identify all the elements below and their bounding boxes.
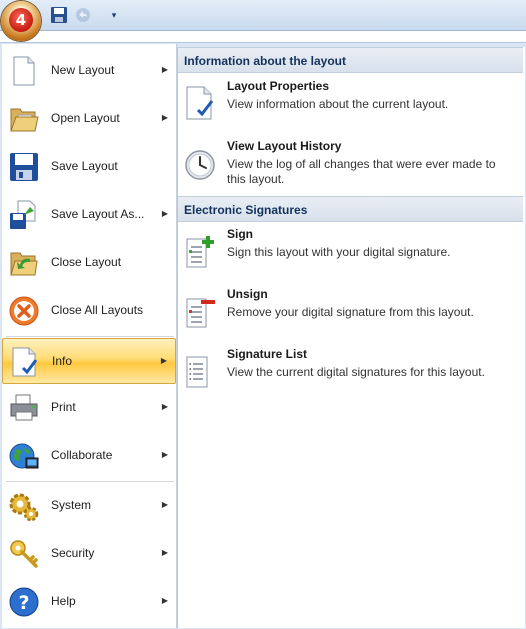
info-document-icon xyxy=(9,346,41,378)
menu-item-close-layout[interactable]: Close Layout xyxy=(2,241,176,285)
menu-item-label: Security xyxy=(51,546,95,560)
menu-item-label: Print xyxy=(51,400,76,414)
menu-item-save-layout-as[interactable]: Save Layout As... ▶ xyxy=(2,193,176,237)
submenu-arrow-icon: ▶ xyxy=(160,356,167,365)
item-title: Layout Properties xyxy=(227,79,330,93)
item-title: Unsign xyxy=(227,287,268,301)
customize-toolbar-icon[interactable]: ▾ xyxy=(108,8,120,22)
menu-item-open-layout[interactable]: Open Layout ▶ xyxy=(2,97,176,141)
menu-item-label: Close Layout xyxy=(51,255,122,269)
submenu-arrow-icon: ▶ xyxy=(161,402,168,411)
menu-separator xyxy=(6,336,174,337)
item-description: View the current digital signatures for … xyxy=(227,365,485,379)
help-icon: ? xyxy=(8,586,40,618)
properties-icon xyxy=(184,85,216,121)
menu-item-label: Save Layout xyxy=(51,159,118,173)
undo-icon[interactable] xyxy=(74,6,92,24)
menu-item-close-all-layouts[interactable]: Close All Layouts xyxy=(2,289,176,333)
menu-item-label: Info xyxy=(52,354,73,368)
submenu-arrow-icon: ▶ xyxy=(161,450,168,459)
layout-properties-item[interactable]: Layout Properties View information about… xyxy=(178,79,523,135)
submenu-arrow-icon: ▶ xyxy=(161,65,168,74)
menu-item-label: Save Layout As... xyxy=(51,207,145,221)
section-header: Information about the layout xyxy=(178,47,523,73)
item-description: View the log of all changes that were ev… xyxy=(227,157,496,186)
globe-icon xyxy=(8,440,40,472)
unsign-icon xyxy=(184,293,216,329)
section-title: Information about the layout xyxy=(184,54,346,68)
clock-icon xyxy=(184,145,216,181)
menu-item-label: Open Layout xyxy=(51,111,120,125)
sign-icon xyxy=(184,233,216,269)
menu-item-label: Collaborate xyxy=(51,448,113,462)
quick-access-toolbar: ▾ xyxy=(0,0,526,31)
save-icon xyxy=(8,151,40,183)
gears-icon xyxy=(8,490,40,522)
item-description: View information about the current layou… xyxy=(227,97,449,111)
item-title: View Layout History xyxy=(227,139,342,153)
item-title: Signature List xyxy=(227,347,308,361)
close-all-icon xyxy=(8,295,40,327)
menu-item-security[interactable]: Security ▶ xyxy=(2,532,176,576)
section-title: Electronic Signatures xyxy=(184,203,308,217)
sign-item[interactable]: Sign Sign this layout with your digital … xyxy=(178,227,523,283)
submenu-arrow-icon: ▶ xyxy=(161,500,168,509)
svg-text:?: ? xyxy=(18,592,29,614)
menu-item-print[interactable]: Print ▶ xyxy=(2,386,176,430)
menu-item-info[interactable]: Info ▶ xyxy=(2,338,176,384)
submenu-arrow-icon: ▶ xyxy=(161,209,168,218)
menu-item-system[interactable]: System ▶ xyxy=(2,484,176,528)
info-submenu-panel: Information about the layout Layout Prop… xyxy=(177,47,525,628)
app-logo: 4 xyxy=(9,8,33,32)
item-description: Remove your digital signature from this … xyxy=(227,305,474,319)
close-layout-icon xyxy=(8,247,40,279)
application-menu-list: New Layout ▶ Open Layout ▶ Save Layout S… xyxy=(2,44,177,628)
item-description: Sign this layout with your digital signa… xyxy=(227,245,451,259)
section-header: Electronic Signatures xyxy=(178,196,523,222)
submenu-arrow-icon: ▶ xyxy=(161,113,168,122)
menu-item-save-layout[interactable]: Save Layout xyxy=(2,145,176,189)
menu-item-label: Help xyxy=(51,594,76,608)
menu-item-label: New Layout xyxy=(51,63,115,77)
unsign-item[interactable]: Unsign Remove your digital signature fro… xyxy=(178,287,523,343)
menu-item-label: Close All Layouts xyxy=(51,303,144,317)
submenu-arrow-icon: ▶ xyxy=(161,548,168,557)
menu-item-label: System xyxy=(51,498,92,512)
signature-list-item[interactable]: Signature List View the current digital … xyxy=(178,347,523,403)
submenu-arrow-icon: ▶ xyxy=(161,596,168,605)
open-folder-icon xyxy=(8,103,40,135)
printer-icon xyxy=(8,392,40,424)
menu-item-collaborate[interactable]: Collaborate ▶ xyxy=(2,434,176,478)
menu-separator xyxy=(6,481,174,482)
signature-list-icon xyxy=(184,353,216,389)
new-document-icon xyxy=(8,55,40,87)
application-menu-button[interactable]: 4 xyxy=(1,1,41,41)
menu-item-new-layout[interactable]: New Layout ▶ xyxy=(2,49,176,93)
save-as-icon xyxy=(8,199,40,231)
menu-item-help[interactable]: ? Help ▶ xyxy=(2,580,176,624)
save-icon[interactable] xyxy=(50,6,68,24)
view-layout-history-item[interactable]: View Layout History View the log of all … xyxy=(178,139,523,195)
key-icon xyxy=(8,538,40,570)
item-title: Sign xyxy=(227,227,253,241)
